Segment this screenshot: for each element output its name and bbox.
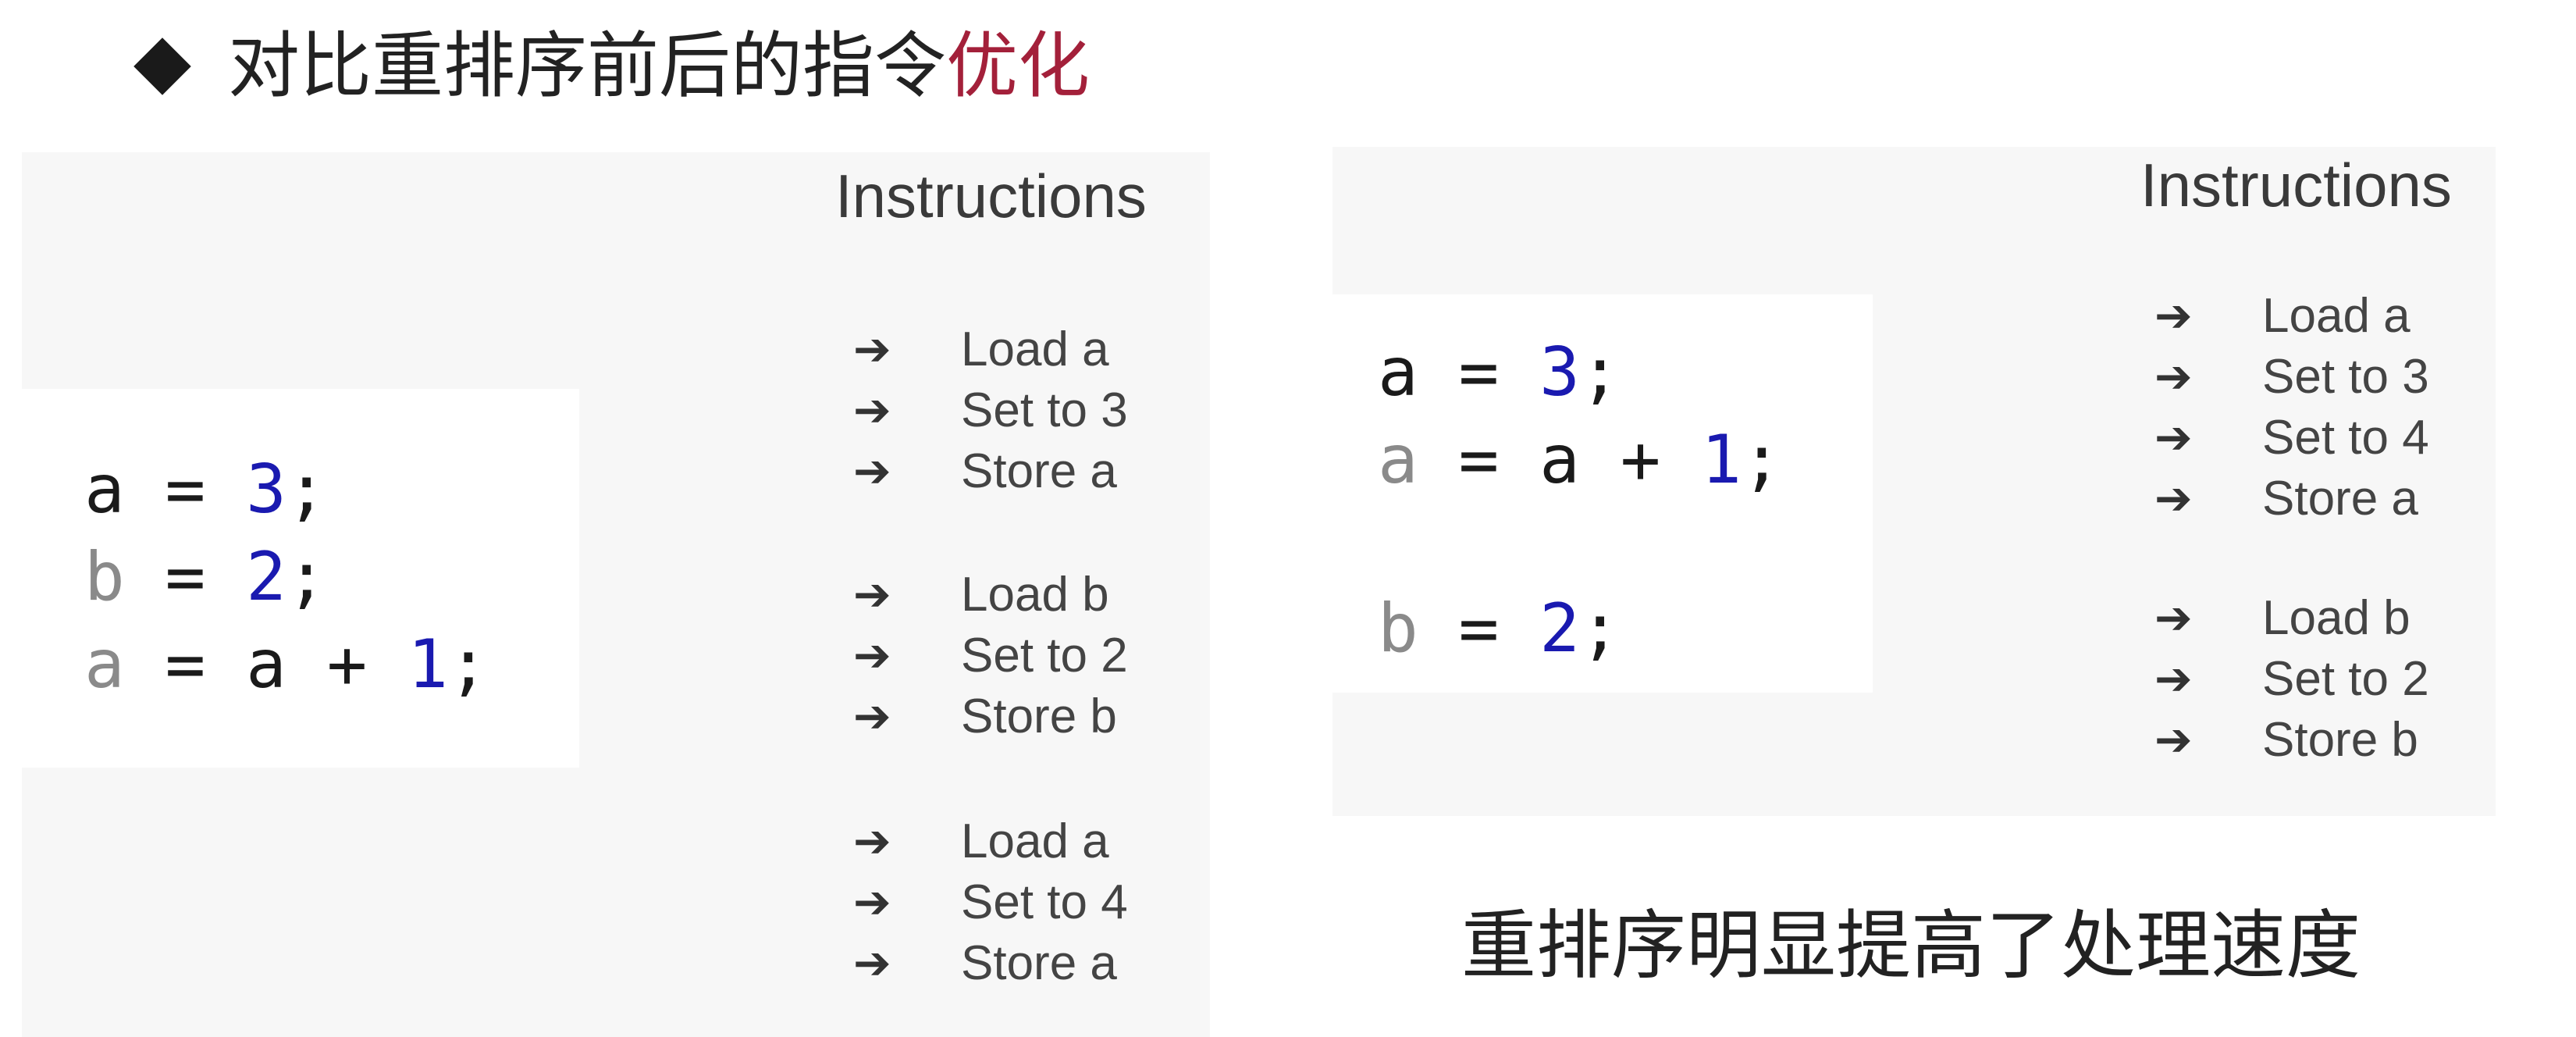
arrow-right-icon: ➔ bbox=[2154, 289, 2193, 342]
code-number: 3 bbox=[1539, 333, 1580, 412]
arrow-right-icon: ➔ bbox=[853, 875, 891, 928]
left-code-line-3: a = a + 1; bbox=[84, 625, 489, 704]
diamond-bullet-icon bbox=[133, 37, 191, 95]
arrow-right-icon: ➔ bbox=[853, 690, 891, 743]
instruction-item: ➔ Load b bbox=[847, 564, 1128, 625]
left-instruction-group-3: ➔ Load a ➔ Set to 4 ➔ Store a bbox=[847, 811, 1128, 993]
right-code-line-2: a = a + 1; bbox=[1378, 421, 1782, 499]
arrow-right-icon: ➔ bbox=[853, 568, 891, 621]
left-instruction-group-2: ➔ Load b ➔ Set to 2 ➔ Store b bbox=[847, 564, 1128, 747]
instruction-item: ➔ Load a bbox=[2148, 285, 2429, 346]
code-var: a bbox=[1378, 333, 1418, 412]
instruction-item: ➔ Store a bbox=[847, 440, 1128, 501]
right-instruction-group-2: ➔ Load b ➔ Set to 2 ➔ Store b bbox=[2148, 587, 2429, 770]
code-var: b bbox=[1378, 590, 1418, 668]
arrow-right-icon: ➔ bbox=[853, 383, 891, 437]
right-code-line-3: b = 2; bbox=[1378, 590, 1621, 668]
arrow-right-icon: ➔ bbox=[2154, 472, 2193, 525]
instruction-item: ➔ Set to 3 bbox=[847, 380, 1128, 440]
instruction-item: ➔ Set to 2 bbox=[847, 625, 1128, 686]
right-instruction-group-1: ➔ Load a ➔ Set to 3 ➔ Set to 4 ➔ Store a bbox=[2148, 285, 2429, 529]
code-var: b bbox=[84, 538, 125, 616]
arrow-right-icon: ➔ bbox=[853, 814, 891, 868]
code-var: a bbox=[1378, 421, 1418, 499]
code-number: 1 bbox=[407, 625, 448, 704]
arrow-right-icon: ➔ bbox=[2154, 411, 2193, 464]
arrow-right-icon: ➔ bbox=[2154, 652, 2193, 705]
instruction-item: ➔ Store b bbox=[847, 686, 1128, 747]
left-code-line-2: b = 2; bbox=[84, 538, 327, 616]
left-instructions-title: Instructions bbox=[835, 162, 1147, 230]
left-code-line-1: a = 3; bbox=[84, 451, 327, 529]
arrow-right-icon: ➔ bbox=[2154, 713, 2193, 766]
instruction-item: ➔ Set to 4 bbox=[2148, 407, 2429, 468]
instruction-item: ➔ Set to 2 bbox=[2148, 648, 2429, 709]
caption: 重排序明显提高了处理速度 bbox=[1461, 902, 2361, 989]
instruction-item: ➔ Store a bbox=[847, 932, 1128, 993]
code-number: 2 bbox=[1539, 590, 1580, 668]
arrow-right-icon: ➔ bbox=[853, 444, 891, 497]
code-number: 2 bbox=[246, 538, 286, 616]
arrow-right-icon: ➔ bbox=[853, 323, 891, 376]
instruction-item: ➔ Store a bbox=[2148, 468, 2429, 529]
heading-accent: 优化 bbox=[946, 24, 1091, 108]
arrow-right-icon: ➔ bbox=[853, 629, 891, 682]
code-var: a bbox=[84, 451, 125, 529]
instruction-item: ➔ Set to 3 bbox=[2148, 346, 2429, 407]
instruction-item: ➔ Store b bbox=[2148, 709, 2429, 770]
slide-heading: 对比重排序前后的指令 优化 bbox=[131, 16, 1090, 117]
code-number: 1 bbox=[1701, 421, 1742, 499]
right-code-line-1: a = 3; bbox=[1378, 333, 1621, 412]
instruction-item: ➔ Load a bbox=[847, 811, 1128, 871]
instruction-item: ➔ Load a bbox=[847, 319, 1128, 380]
code-var: a bbox=[84, 625, 125, 704]
arrow-right-icon: ➔ bbox=[853, 936, 891, 989]
heading-text: 对比重排序前后的指令 bbox=[228, 24, 947, 108]
instruction-item: ➔ Load b bbox=[2148, 587, 2429, 648]
code-number: 3 bbox=[246, 451, 286, 529]
instruction-item: ➔ Set to 4 bbox=[847, 871, 1128, 932]
arrow-right-icon: ➔ bbox=[2154, 591, 2193, 644]
arrow-right-icon: ➔ bbox=[2154, 350, 2193, 403]
right-instructions-title: Instructions bbox=[2140, 151, 2452, 219]
left-instruction-group-1: ➔ Load a ➔ Set to 3 ➔ Store a bbox=[847, 319, 1128, 501]
